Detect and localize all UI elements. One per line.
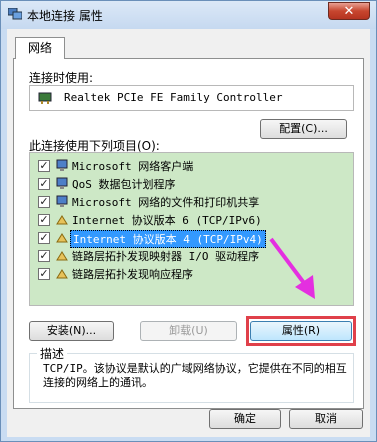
list-item[interactable]: ✓ QoS 数据包计划程序 [36, 175, 346, 193]
title-bar[interactable]: 本地连接 属性 ✕ [1, 1, 376, 29]
annotation-arrow-icon [269, 237, 315, 299]
item-label: Internet 协议版本 6 (TCP/IPv6) [72, 214, 262, 227]
qos-scheduler-icon [56, 177, 68, 189]
protocol-icon [56, 215, 68, 225]
adapter-name: Realtek PCIe FE Family Controller [64, 91, 283, 104]
checkbox[interactable]: ✓ [38, 214, 50, 226]
properties-dialog: 本地连接 属性 ✕ 网络 连接时使用: Realtek PCIe FE Fami… [0, 0, 377, 442]
checkbox[interactable]: ✓ [38, 196, 50, 208]
tab-network[interactable]: 网络 [15, 37, 65, 59]
item-label: QoS 数据包计划程序 [72, 178, 176, 191]
list-item[interactable]: ✓ Microsoft 网络的文件和打印机共享 [36, 193, 346, 211]
dialog-client-area: 网络 连接时使用: Realtek PCIe FE Family Control… [7, 29, 370, 437]
cancel-button[interactable]: 取消 [289, 409, 363, 429]
file-printer-sharing-icon [56, 195, 68, 207]
network-client-icon [56, 159, 68, 171]
ok-button[interactable]: 确定 [209, 409, 281, 429]
close-button[interactable]: ✕ [328, 2, 370, 20]
item-label: Microsoft 网络的文件和打印机共享 [72, 196, 260, 209]
description-title: 描述 [37, 345, 68, 362]
window-title: 本地连接 属性 [27, 9, 103, 23]
protocol-icon [56, 269, 68, 279]
properties-button[interactable]: 属性(R) [250, 321, 352, 341]
checkbox[interactable]: ✓ [38, 160, 50, 172]
connect-using-label: 连接时使用: [29, 71, 94, 85]
uninstall-button: 卸载(U) [140, 321, 237, 341]
item-label: Microsoft 网络客户端 [72, 160, 194, 173]
description-text: TCP/IP。该协议是默认的广域网络协议，它提供在不同的相互连接的网络上的通讯。 [43, 362, 347, 389]
item-label: Internet 协议版本 4 (TCP/IPv4) [70, 230, 266, 248]
install-button[interactable]: 安装(N)... [29, 321, 114, 341]
list-item[interactable]: ✓ Microsoft 网络客户端 [36, 157, 346, 175]
configure-button[interactable]: 配置(C)... [260, 119, 347, 139]
checkbox[interactable]: ✓ [38, 232, 50, 244]
checkbox[interactable]: ✓ [38, 268, 50, 280]
network-connection-icon [8, 8, 22, 20]
item-label: 链路层拓扑发现响应程序 [72, 268, 193, 281]
checkbox[interactable]: ✓ [38, 250, 50, 262]
adapter-field: Realtek PCIe FE Family Controller [29, 85, 354, 111]
checkbox[interactable]: ✓ [38, 178, 50, 190]
list-item[interactable]: ✓ Internet 协议版本 6 (TCP/IPv6) [36, 211, 346, 229]
protocol-icon [56, 251, 68, 261]
protocol-icon [56, 233, 68, 243]
item-label: 链路层拓扑发现映射器 I/O 驱动程序 [72, 250, 260, 263]
network-adapter-icon [38, 92, 52, 104]
